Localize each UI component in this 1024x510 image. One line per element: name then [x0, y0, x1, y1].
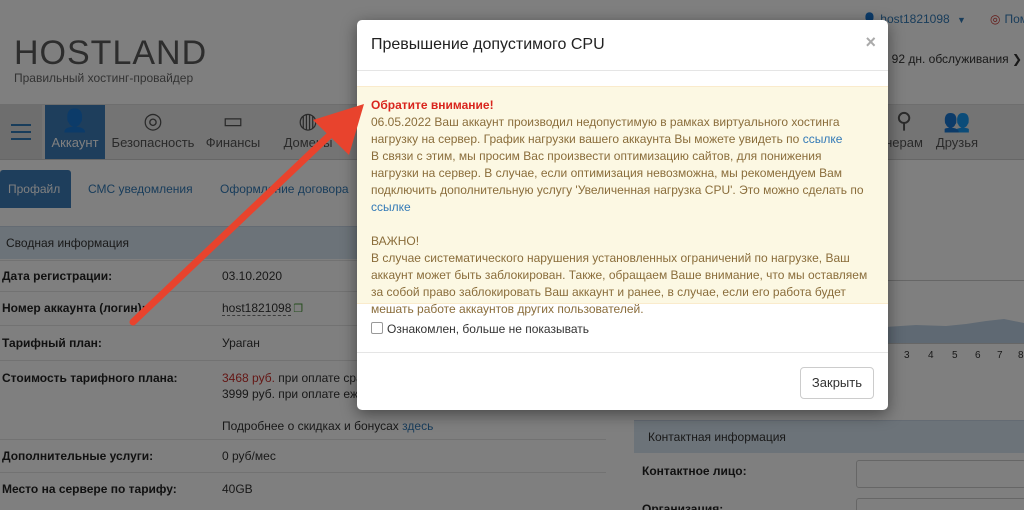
arrow-shaft: [129, 128, 337, 326]
annotation-arrow: [129, 104, 364, 326]
page: HOSTLAND Правильный хостинг-провайдер 👤 …: [0, 0, 1024, 510]
